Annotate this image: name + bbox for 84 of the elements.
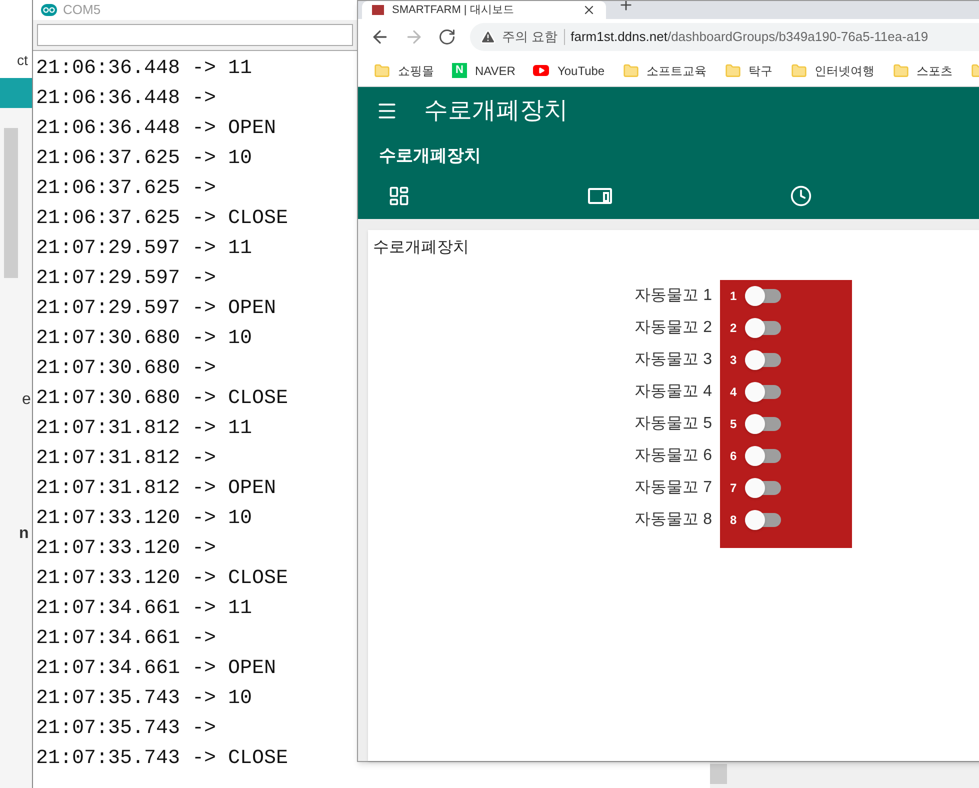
n-logo-icon: N <box>452 63 467 78</box>
switch-number: 2 <box>730 320 738 337</box>
warning-icon <box>480 29 496 45</box>
switch-label: 자동물꼬 3 <box>634 350 712 370</box>
close-icon[interactable] <box>582 3 596 17</box>
tab-title: SMARTFARM | 대시보드 <box>392 3 515 17</box>
switch-label: 자동물꼬 4 <box>634 382 712 402</box>
toggle-switch[interactable] <box>745 449 781 463</box>
toggle-switch[interactable] <box>745 481 781 495</box>
toggle-switch[interactable] <box>745 385 781 399</box>
group-title: 수로개폐장치 <box>378 145 482 167</box>
log-line: 21:07:30.680 -> <box>36 356 216 382</box>
switch-label: 자동물꼬 7 <box>634 478 712 498</box>
address-bar[interactable]: 주의 요함 farm1st.ddns.net/dashboardGroups/b349a190-76a5-11ea-a19 <box>470 23 979 51</box>
favicon-icon <box>372 5 384 15</box>
input-field[interactable] <box>37 24 353 46</box>
url-text: farm1st.ddns.net/dashboardGroups/b349a190-76a5-11ea-a19 <box>570 28 928 46</box>
log-line: 21:07:34.661 -> <box>36 626 216 652</box>
app-title: 수로개폐장치 <box>424 96 568 126</box>
folder-icon <box>724 62 741 78</box>
toggle-switch[interactable] <box>745 353 781 367</box>
switch-number: 7 <box>730 480 738 497</box>
card-title: 수로개폐장치 <box>372 238 470 258</box>
text-fragment: ct <box>17 51 28 70</box>
log-line: 21:07:34.661 -> 11 <box>36 596 252 622</box>
switch-number: 3 <box>730 352 738 369</box>
log-line: 21:06:37.625 -> <box>36 176 216 202</box>
text-fragment: e <box>22 390 31 410</box>
bookmark-link[interactable]: YouTube <box>533 62 605 80</box>
log-line: 21:07:33.120 -> 10 <box>36 506 252 532</box>
switch-label: 자동물꼬 6 <box>634 446 712 466</box>
folder-icon <box>622 62 639 78</box>
log-line: 21:07:29.597 -> OPEN <box>36 296 276 322</box>
folder-icon <box>892 62 909 78</box>
switch-label: 자동물꼬 5 <box>634 414 712 434</box>
log-line: 21:07:30.680 -> 10 <box>36 326 252 352</box>
toggle-switch[interactable] <box>745 513 781 527</box>
toggle-switch[interactable] <box>745 417 781 431</box>
bookmark-link[interactable]: 탁구 <box>724 62 773 80</box>
switch-label: 자동물꼬 2 <box>634 318 712 338</box>
log-line: 21:06:36.448 -> <box>36 86 216 112</box>
scrollbar-thumb[interactable] <box>710 764 727 784</box>
log-line: 21:06:37.625 -> 10 <box>36 146 252 172</box>
bookmark-link[interactable]: 스포츠 <box>892 62 953 80</box>
log-line: 21:06:36.448 -> OPEN <box>36 116 276 142</box>
bookmark-link[interactable]: 인터넷여행 <box>790 62 875 80</box>
infinity-logo-icon <box>41 4 57 16</box>
log-line: 21:07:33.120 -> <box>36 536 216 562</box>
reload-icon[interactable] <box>438 28 456 46</box>
switch-label: 자동물꼬 8 <box>634 510 712 530</box>
window-title: COM5 <box>63 1 101 20</box>
play-logo-icon <box>533 65 550 76</box>
log-line: 21:07:31.812 -> 11 <box>36 416 252 442</box>
toggle-switch[interactable] <box>745 321 781 335</box>
switch-label: 자동물꼬 1 <box>634 286 712 306</box>
bookmark-link[interactable]: N NAVER <box>452 62 516 80</box>
log-line: 21:07:29.597 -> <box>36 266 216 292</box>
log-line: 21:07:33.120 -> CLOSE <box>36 566 288 592</box>
security-label: 주의 요함 <box>502 28 558 46</box>
toggle-switch[interactable] <box>745 289 781 303</box>
log-line: 21:06:37.625 -> CLOSE <box>36 206 288 232</box>
text-fragment: n <box>19 524 29 544</box>
log-line: 21:07:31.812 -> <box>36 446 216 472</box>
log-line: 21:07:30.680 -> CLOSE <box>36 386 288 412</box>
log-line: 21:07:34.661 -> OPEN <box>36 656 276 682</box>
log-line: 21:06:36.448 -> 11 <box>36 56 252 82</box>
folder-icon <box>374 62 390 78</box>
switch-number: 6 <box>730 448 738 465</box>
clock-icon[interactable] <box>790 184 812 206</box>
folder-icon <box>790 62 807 78</box>
bookmark-link[interactable]: 쇼핑몰 <box>374 62 434 80</box>
dashboard-icon[interactable] <box>388 184 410 206</box>
log-line: 21:07:29.597 -> 11 <box>36 236 252 262</box>
log-line: 21:07:31.812 -> OPEN <box>36 476 276 502</box>
log-line: 21:07:35.743 -> 10 <box>36 686 252 712</box>
switch-number: 1 <box>730 288 738 305</box>
log-line: 21:07:35.743 -> <box>36 716 216 742</box>
switch-number: 8 <box>730 512 738 529</box>
new-tab-icon[interactable] <box>618 1 634 13</box>
log-line: 21:07:35.743 -> CLOSE <box>36 746 288 772</box>
bookmark-link[interactable]: 소프트교육 <box>622 62 707 80</box>
switch-number: 4 <box>730 384 738 401</box>
devices-icon[interactable] <box>588 188 612 204</box>
switch-number: 5 <box>730 416 738 433</box>
